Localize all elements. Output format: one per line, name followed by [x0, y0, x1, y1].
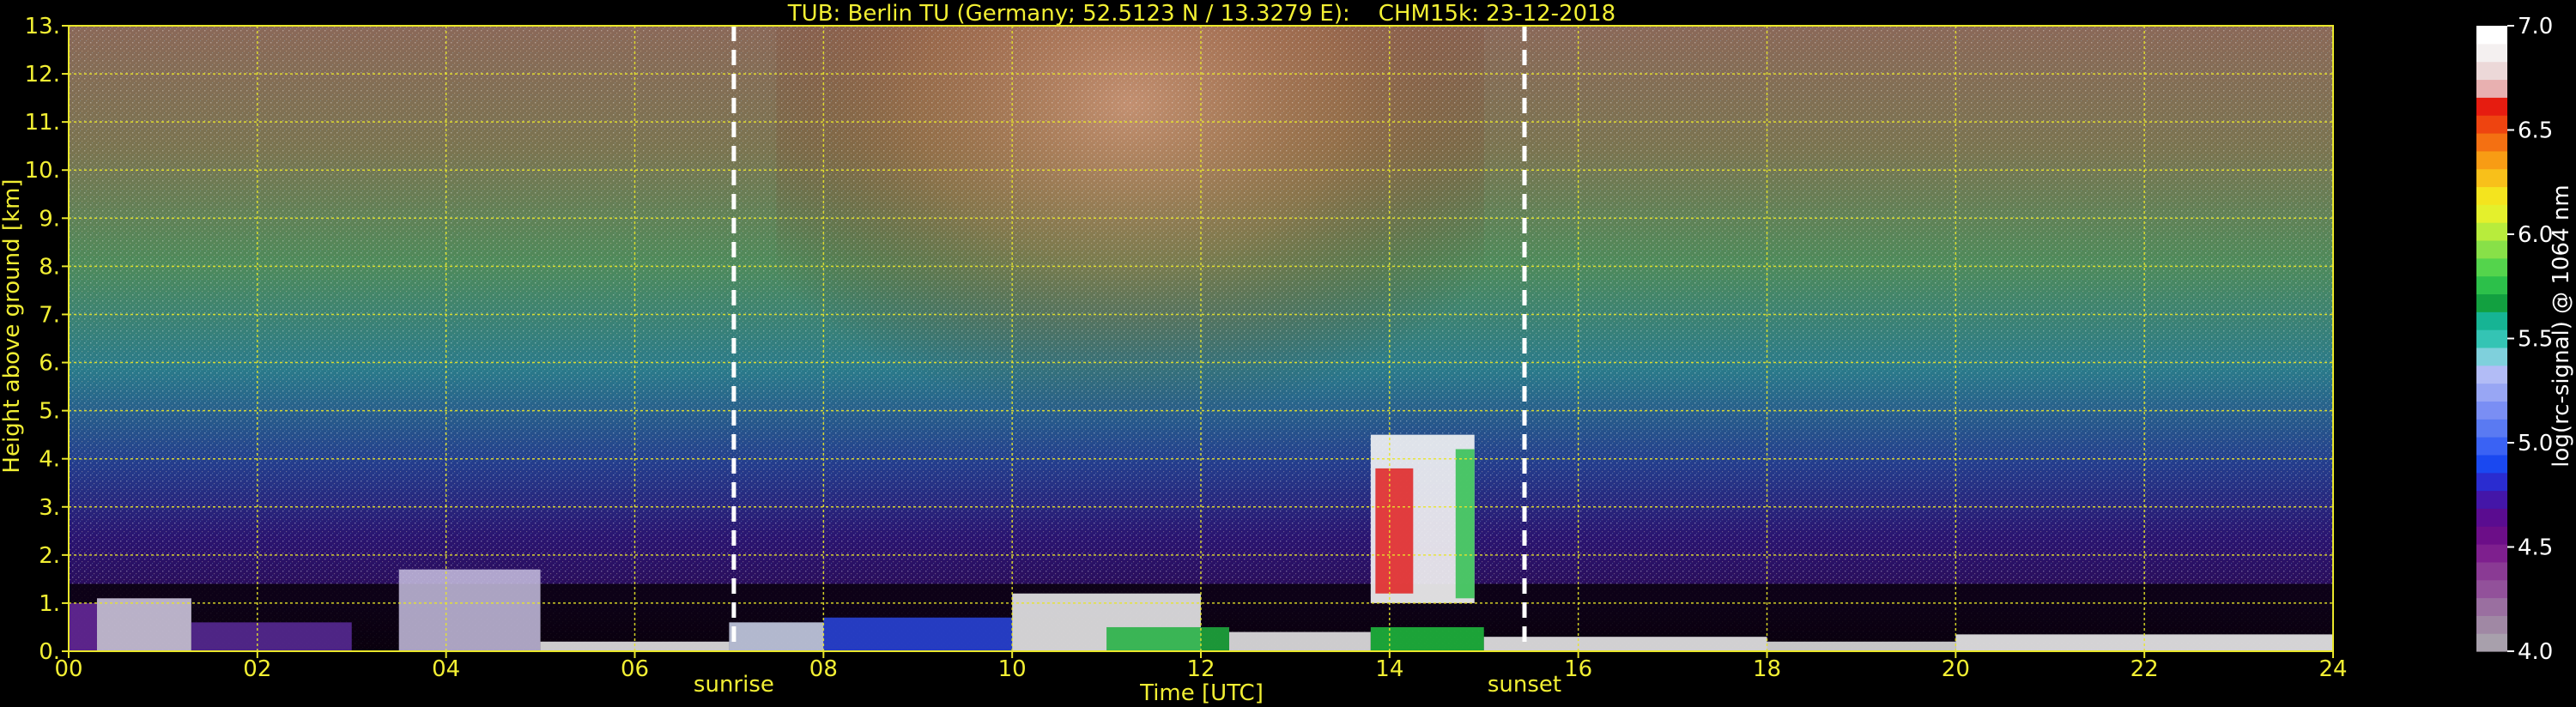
colorbar-tick-label: 6.5: [2518, 118, 2553, 144]
colorbar-tick-label: 4.0: [2518, 639, 2553, 665]
colorbar-swatch: [2476, 437, 2507, 456]
colorbar-swatch: [2476, 79, 2507, 98]
colorbar-swatch: [2476, 186, 2507, 205]
colorbar-swatch: [2476, 508, 2507, 527]
x-tick-label: 10: [998, 656, 1027, 682]
x-tick-label: 18: [1753, 656, 1781, 682]
aerosol-layer-segment: [729, 622, 824, 651]
x-tick-label: 08: [809, 656, 838, 682]
colorbar-swatch: [2476, 490, 2507, 509]
colorbar-swatch: [2476, 383, 2507, 402]
aerosol-layer-segment: [69, 602, 97, 651]
colorbar-swatch: [2476, 150, 2507, 170]
y-tick-label: 9.: [39, 206, 60, 232]
colorbar-swatch: [2476, 26, 2507, 45]
colorbar-swatch: [2476, 311, 2507, 330]
colorbar-swatch: [2476, 544, 2507, 563]
aerosol-layer-segment: [1106, 626, 1229, 651]
y-tick-label: 2.: [39, 543, 60, 569]
sun-marker-label: sunset: [1488, 672, 1561, 698]
x-tick-label: 16: [1564, 656, 1592, 682]
colorbar: 4.04.55.05.56.06.57.0: [2476, 14, 2553, 665]
colorbar-swatch: [2476, 365, 2507, 384]
aerosol-layer-segment: [398, 569, 541, 651]
colorbar-swatch: [2476, 257, 2507, 277]
y-tick-label: 12.: [25, 62, 60, 88]
colorbar-swatch: [2476, 561, 2507, 581]
aerosol-layer-segment: [191, 622, 352, 651]
y-tick-label: 4.: [39, 447, 60, 473]
colorbar-swatch: [2476, 419, 2507, 438]
colorbar-swatch: [2476, 115, 2507, 134]
colorbar-swatch: [2476, 61, 2507, 81]
y-tick-label: 8.: [39, 254, 60, 280]
aerosol-layer-segment: [1767, 641, 1956, 651]
colorbar-swatch: [2476, 204, 2507, 223]
aerosol-layer-segment: [1228, 631, 1371, 651]
colorbar-tick-label: 4.5: [2518, 535, 2553, 561]
aerosol-layer-segment: [96, 598, 191, 651]
colorbar-swatch: [2476, 347, 2507, 366]
x-tick-label: 12: [1186, 656, 1215, 682]
aerosol-layer-segment: [1370, 626, 1484, 651]
x-tick-label: 20: [1942, 656, 1970, 682]
x-tick-label: 14: [1375, 656, 1403, 682]
colorbar-label: log(rc-signal) @ 1064 nm: [2549, 184, 2574, 467]
colorbar-swatch: [2476, 579, 2507, 599]
y-tick-label: 13.: [25, 14, 60, 39]
y-tick-label: 1.: [39, 591, 60, 617]
colorbar-swatch: [2476, 222, 2507, 241]
cloud-core: [1375, 468, 1414, 594]
colorbar-swatch: [2476, 239, 2507, 259]
y-tick-label: 10.: [25, 158, 60, 184]
colorbar-swatch: [2476, 526, 2507, 545]
colorbar-swatch: [2476, 329, 2507, 348]
y-tick-label: 3.: [39, 495, 60, 521]
y-tick-label: 11.: [25, 110, 60, 136]
colorbar-tick-label: 7.0: [2518, 14, 2553, 39]
colorbar-swatch: [2476, 472, 2507, 492]
sun-marker-label: sunrise: [694, 672, 774, 698]
y-tick-label: 0.: [39, 639, 60, 665]
y-axis-label: Height above ground [km]: [0, 178, 25, 473]
colorbar-swatch: [2476, 633, 2507, 652]
colorbar-swatch: [2476, 97, 2507, 116]
colorbar-swatch: [2476, 275, 2507, 295]
aerosol-layer-segment: [823, 617, 1013, 651]
cloud-edge: [1455, 449, 1475, 599]
x-axis-label: Time [UTC]: [1139, 680, 1264, 706]
colorbar-swatch: [2476, 401, 2507, 420]
x-tick-label: 04: [432, 656, 460, 682]
colorbar-swatch: [2476, 597, 2507, 616]
colorbar-swatch: [2476, 43, 2507, 63]
colorbar-swatch: [2476, 615, 2507, 634]
y-tick-label: 7.: [39, 302, 60, 328]
y-tick-label: 6.: [39, 351, 60, 377]
colorbar-swatch: [2476, 168, 2507, 188]
colorbar-swatch: [2476, 132, 2507, 152]
colorbar-swatch: [2476, 454, 2507, 474]
x-tick-label: 22: [2131, 656, 2159, 682]
x-tick-label: 06: [621, 656, 649, 682]
ceilometer-chart: TUB: Berlin TU (Germany; 52.5123 N / 13.…: [0, 1, 2574, 706]
colorbar-swatch: [2476, 293, 2507, 312]
x-tick-label: 24: [2318, 656, 2347, 682]
x-tick-label: 02: [243, 656, 271, 682]
y-tick-label: 5.: [39, 399, 60, 425]
chart-title: TUB: Berlin TU (Germany; 52.5123 N / 13.…: [787, 1, 1615, 27]
